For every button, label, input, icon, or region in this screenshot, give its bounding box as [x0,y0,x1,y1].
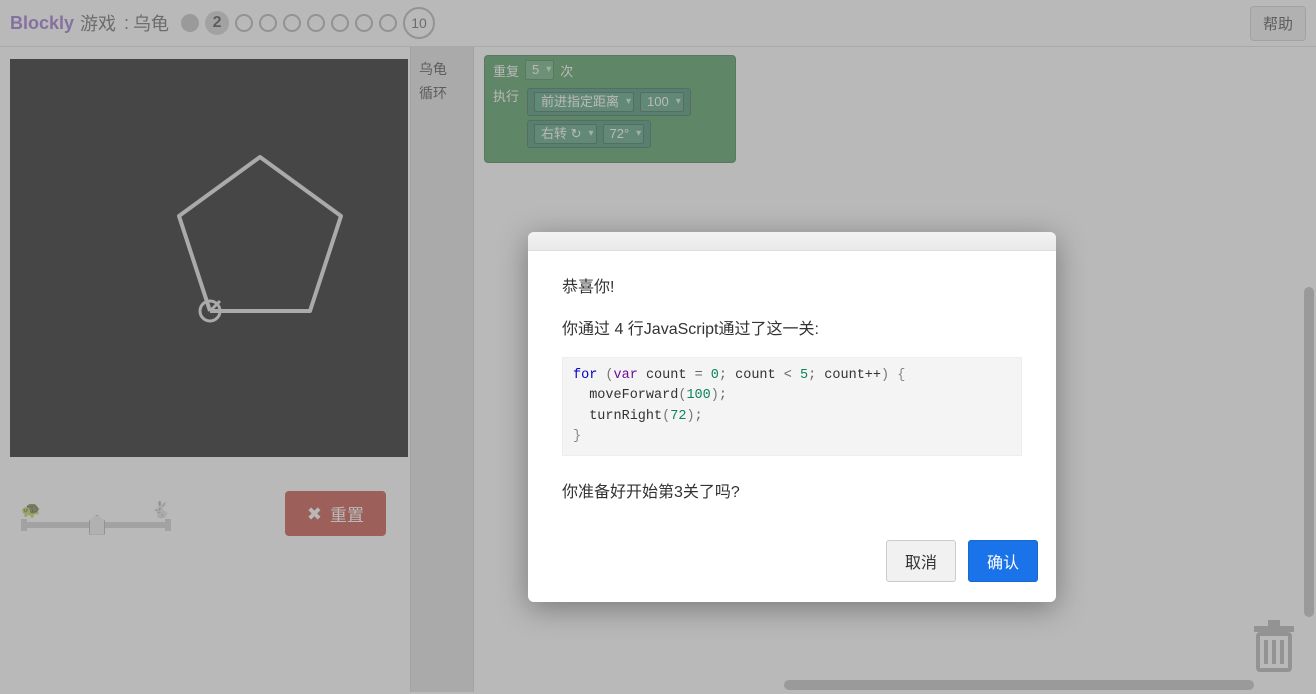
cancel-button[interactable]: 取消 [886,540,956,582]
modal-overlay: 恭喜你! 你通过 4 行JavaScript通过了这一关: for (var c… [0,0,1316,694]
dialog-footer: 取消 确认 [528,530,1056,602]
app-root: Blockly 游戏 : 乌龟 2 10 帮助 [0,0,1316,694]
ok-button[interactable]: 确认 [968,540,1038,582]
level-complete-dialog: 恭喜你! 你通过 4 行JavaScript通过了这一关: for (var c… [528,232,1056,602]
dialog-summary: 你通过 4 行JavaScript通过了这一关: [562,315,1022,339]
dialog-congrats: 恭喜你! [562,273,1022,297]
generated-code: for (var count = 0; count < 5; count++) … [562,357,1022,456]
dialog-titlebar[interactable] [528,232,1056,251]
dialog-next-prompt: 你准备好开始第3关了吗? [562,478,1022,502]
